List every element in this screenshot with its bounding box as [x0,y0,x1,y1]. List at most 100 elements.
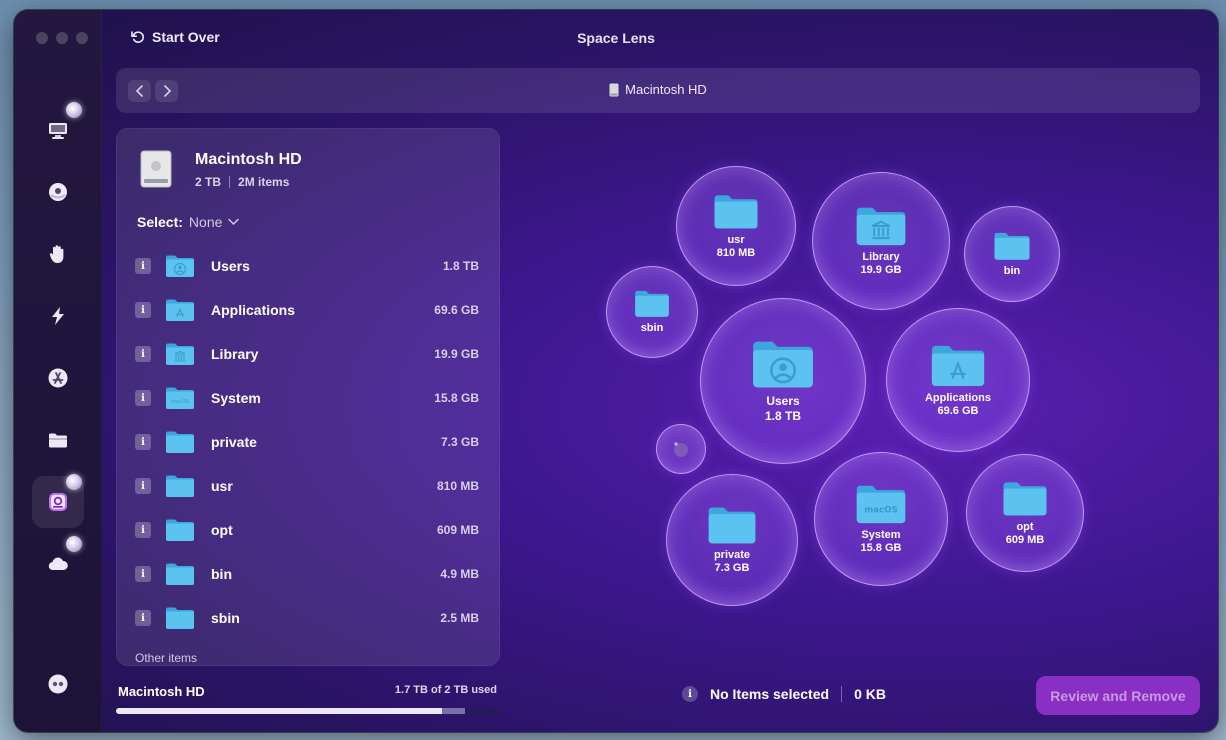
item-size: 19.9 GB [434,347,479,361]
info-button[interactable]: i [135,522,151,538]
select-dropdown[interactable]: None [189,214,222,230]
start-over-button[interactable]: Start Over [130,29,220,45]
list-item[interactable]: i Applications 69.6 GB [135,295,479,325]
selection-text: No Items selected [710,686,830,702]
folder-icon [166,431,194,453]
folder-list-panel: Macintosh HD 2 TB 2M items Select: None … [116,128,500,666]
notification-dot-icon [66,102,82,118]
bubble-name: System [861,529,901,541]
notification-dot-icon [66,536,82,552]
sidebar-item-speed[interactable] [32,290,84,342]
disk-capacity: 2 TB [195,175,222,189]
breadcrumb: Macintosh HD [116,82,1200,97]
breadcrumb-current[interactable]: Macintosh HD [625,82,707,97]
info-button[interactable]: i [135,434,151,450]
folder-icon [166,607,194,629]
sidebar-item-clutter[interactable] [32,414,84,466]
folder-bubble[interactable]: usr 810 MB [676,166,796,286]
item-name: opt [211,522,233,538]
list-item-partial[interactable]: Other items [135,651,197,665]
sidebar-item-protection[interactable] [32,166,84,218]
folder-bubble[interactable]: opt 609 MB [966,454,1084,572]
list-item[interactable]: i macOS System 15.8 GB [135,383,479,413]
selection-size: 0 KB [854,686,886,702]
restart-icon [131,31,144,43]
info-icon: i [682,686,698,702]
bubble-name: opt [1016,520,1034,533]
item-size: 69.6 GB [434,303,479,317]
system-folder-icon: macOS [856,485,906,524]
folder-icon [49,433,67,448]
sidebar [14,10,102,732]
select-label: Select: [137,214,183,230]
folder-icon-wrap [165,254,195,278]
disk-icon [609,83,619,96]
folder-icon-wrap [165,606,195,630]
item-size: 810 MB [436,479,479,493]
folder-icon [994,232,1030,260]
folder-icon [166,519,194,541]
list-item[interactable]: i Library 19.9 GB [135,339,479,369]
folder-icon [166,563,194,585]
divider [841,686,843,702]
folder-bubble[interactable]: Library 19.9 GB [812,172,950,310]
bubble-name: sbin [640,322,664,334]
bubble-size: 69.6 GB [937,404,979,417]
item-name: Applications [211,302,296,318]
list-item[interactable]: i usr 810 MB [135,471,479,501]
sidebar-item-applications[interactable] [32,352,84,404]
svg-text:macOS: macOS [864,506,898,516]
library-folder-icon [166,343,194,365]
item-name: bin [211,566,232,582]
library-folder-icon [856,207,906,246]
divider [229,176,231,188]
item-size: 609 MB [436,523,479,537]
applications-folder-icon [931,345,985,386]
sidebar-item-privacy[interactable] [32,228,84,280]
folder-bubble[interactable]: bin [964,206,1060,302]
item-name: System [211,390,261,406]
hard-drive-icon [140,150,172,188]
disk-usage-fill [116,708,443,714]
bubble-size: 15.8 GB [860,542,902,554]
folder-bubble[interactable]: Applications 69.6 GB [886,308,1030,452]
list-item[interactable]: i sbin 2.5 MB [135,603,479,633]
info-button[interactable]: i [135,478,151,494]
bubble-size: 19.9 GB [860,264,902,276]
folder-bubble[interactable]: private 7.3 GB [666,474,798,606]
list-item[interactable]: i Users 1.8 TB [135,251,479,281]
folder-bubble[interactable]: sbin [606,266,698,358]
chevron-down-icon[interactable] [228,218,240,226]
list-item[interactable]: i opt 609 MB [135,515,479,545]
disk-usage-pending [442,708,466,714]
select-control: Select: None [137,214,240,230]
info-button[interactable]: i [135,610,151,626]
list-item[interactable]: i bin 4.9 MB [135,559,479,589]
bubble-size: 7.3 GB [714,562,750,574]
disk-meta: 2 TB 2M items [195,175,289,189]
bubble-name: Users [766,394,800,408]
item-name: private [211,434,257,450]
assistant-icon [48,674,68,694]
bubble-name: bin [1003,264,1021,277]
folder-bubble[interactable]: macOS System 15.8 GB [814,452,948,586]
item-name: Users [211,258,250,274]
info-button[interactable]: i [135,390,151,406]
app-store-icon [48,368,68,388]
list-item[interactable]: i private 7.3 GB [135,427,479,457]
users-folder-icon [753,341,813,388]
folder-bubble[interactable] [656,424,706,474]
info-button[interactable]: i [135,258,151,274]
item-size: 2.5 MB [440,611,479,625]
space-lens-icon [49,493,67,511]
start-over-label: Start Over [152,29,220,45]
review-and-remove-button[interactable]: Review and Remove [1036,676,1200,715]
info-button[interactable]: i [135,346,151,362]
info-button[interactable]: i [135,302,151,318]
folder-bubble[interactable]: Users 1.8 TB [700,298,866,464]
assistant-button[interactable] [32,658,84,710]
info-button[interactable]: i [135,566,151,582]
bubble-name: Applications [924,391,991,404]
item-name: Library [211,346,259,362]
bubble-name: Library [862,251,900,263]
